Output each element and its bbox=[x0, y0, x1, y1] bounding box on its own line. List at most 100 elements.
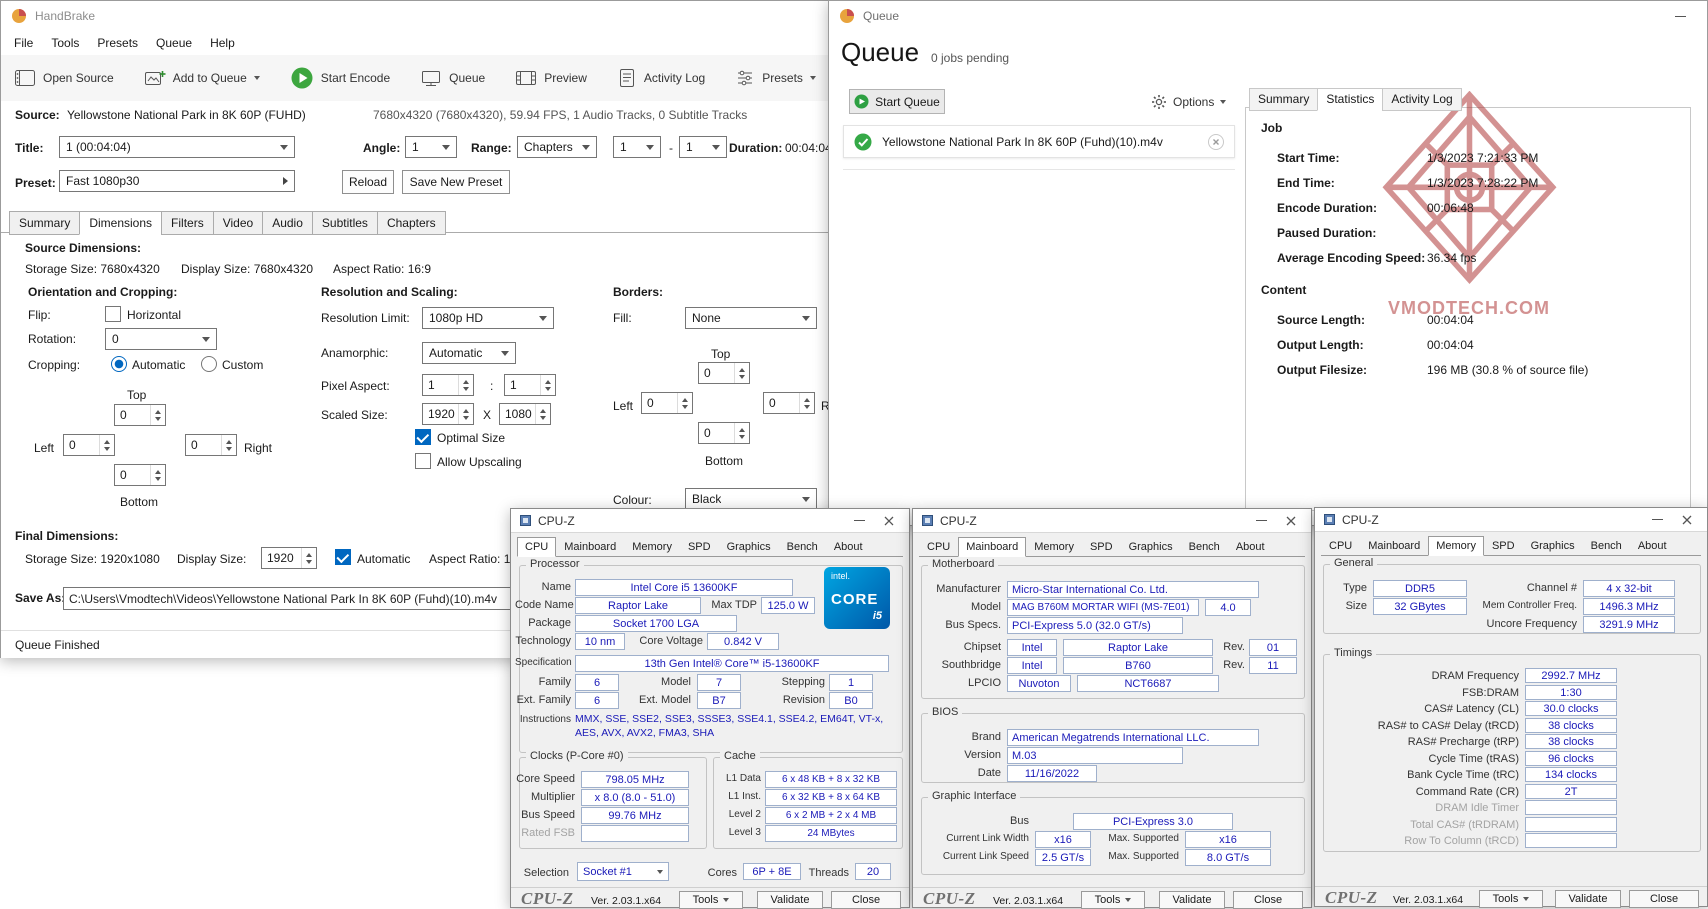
minimize-button[interactable] bbox=[1665, 5, 1695, 27]
tab-mainboard[interactable]: Mainboard bbox=[1360, 536, 1428, 555]
crop-right-spinner[interactable]: 0 bbox=[185, 434, 237, 456]
queue-button[interactable]: Queue bbox=[411, 62, 494, 94]
menu-queue[interactable]: Queue bbox=[147, 33, 201, 53]
tab-graphics[interactable]: Graphics bbox=[1523, 536, 1583, 555]
cropping-automatic-radio[interactable] bbox=[111, 356, 127, 372]
close-button[interactable]: Close bbox=[1629, 890, 1699, 908]
tab-summary[interactable]: Summary bbox=[9, 211, 81, 235]
minimize-button[interactable] bbox=[1249, 511, 1273, 531]
flip-horizontal-checkbox[interactable] bbox=[105, 306, 121, 322]
spinner-arrows-icon[interactable] bbox=[540, 375, 555, 395]
border-top-spinner[interactable]: 0 bbox=[698, 362, 750, 384]
cropping-custom-radio[interactable] bbox=[201, 356, 217, 372]
minimize-button[interactable] bbox=[1645, 510, 1669, 530]
presets-button[interactable]: Presets bbox=[726, 62, 825, 94]
tab-summary[interactable]: Summary bbox=[1249, 88, 1319, 111]
border-right-spinner[interactable]: 0 bbox=[763, 392, 815, 414]
tab-video[interactable]: Video bbox=[212, 211, 264, 235]
validate-button[interactable]: Validate bbox=[1159, 891, 1225, 909]
add-to-queue-button[interactable]: Add to Queue bbox=[135, 62, 269, 94]
spinner-arrows-icon[interactable] bbox=[221, 435, 236, 455]
resolution-limit-select[interactable]: 1080p HD bbox=[422, 307, 554, 329]
queue-job-item[interactable]: Yellowstone National Park In 8K 60P (Fuh… bbox=[843, 125, 1235, 158]
tab-about[interactable]: About bbox=[1630, 536, 1675, 555]
menu-tools[interactable]: Tools bbox=[42, 33, 88, 53]
socket-select[interactable]: Socket #1 bbox=[577, 862, 669, 881]
spinner-arrows-icon[interactable] bbox=[799, 393, 814, 413]
spinner-arrows-icon[interactable] bbox=[535, 404, 550, 424]
tab-subtitles[interactable]: Subtitles bbox=[311, 211, 378, 235]
minimize-button[interactable] bbox=[847, 511, 871, 531]
optimal-size-checkbox[interactable] bbox=[415, 429, 431, 445]
scaled-width-spinner[interactable]: 1920 bbox=[422, 403, 474, 425]
tools-button[interactable]: Tools bbox=[679, 891, 743, 909]
close-button[interactable] bbox=[877, 511, 901, 531]
tab-mainboard[interactable]: Mainboard bbox=[958, 537, 1027, 557]
pixel-aspect-y-spinner[interactable]: 1 bbox=[504, 374, 556, 396]
preset-select[interactable]: Fast 1080p30 bbox=[59, 170, 295, 192]
rotation-select[interactable]: 0 bbox=[105, 328, 217, 350]
start-queue-button[interactable]: Start Queue bbox=[849, 89, 945, 114]
queue-options-button[interactable]: Options bbox=[1151, 90, 1227, 114]
spinner-arrows-icon[interactable] bbox=[734, 363, 749, 383]
tab-statistics[interactable]: Statistics bbox=[1317, 88, 1384, 111]
tab-bench[interactable]: Bench bbox=[779, 537, 826, 556]
final-display-size-spinner[interactable]: 1920 bbox=[261, 547, 317, 569]
tab-graphics[interactable]: Graphics bbox=[719, 537, 779, 556]
close-button[interactable] bbox=[1675, 510, 1699, 530]
tab-cpu[interactable]: CPU bbox=[919, 537, 958, 556]
spinner-arrows-icon[interactable] bbox=[734, 423, 749, 443]
crop-top-spinner[interactable]: 0 bbox=[114, 404, 166, 426]
tab-filters[interactable]: Filters bbox=[161, 211, 214, 235]
tab-mainboard[interactable]: Mainboard bbox=[556, 537, 624, 556]
tab-about[interactable]: About bbox=[1228, 537, 1273, 556]
tab-memory[interactable]: Memory bbox=[1026, 537, 1082, 556]
tab-spd[interactable]: SPD bbox=[1082, 537, 1121, 556]
colour-select[interactable]: Black bbox=[685, 488, 817, 510]
crop-bottom-spinner[interactable]: 0 bbox=[114, 464, 166, 486]
scaled-height-spinner[interactable]: 1080 bbox=[499, 403, 551, 425]
tools-button[interactable]: Tools bbox=[1081, 891, 1145, 909]
save-new-preset-button[interactable]: Save New Preset bbox=[402, 170, 510, 194]
crop-left-spinner[interactable]: 0 bbox=[63, 434, 115, 456]
preview-button[interactable]: Preview bbox=[506, 62, 596, 94]
border-left-spinner[interactable]: 0 bbox=[641, 392, 693, 414]
start-encode-button[interactable]: Start Encode bbox=[281, 60, 399, 96]
angle-select[interactable]: 1 bbox=[405, 136, 457, 158]
tools-button[interactable]: Tools bbox=[1479, 890, 1543, 908]
title-select[interactable]: 1 (00:04:04) bbox=[59, 136, 295, 158]
tab-spd[interactable]: SPD bbox=[1484, 536, 1523, 555]
chapter-end-select[interactable]: 1 bbox=[679, 136, 727, 158]
spinner-arrows-icon[interactable] bbox=[301, 548, 316, 568]
spinner-arrows-icon[interactable] bbox=[150, 405, 165, 425]
tab-memory[interactable]: Memory bbox=[1428, 536, 1484, 556]
tab-cpu[interactable]: CPU bbox=[1321, 536, 1360, 555]
range-select[interactable]: Chapters bbox=[517, 136, 597, 158]
tab-activity-log[interactable]: Activity Log bbox=[1382, 88, 1462, 111]
tab-bench[interactable]: Bench bbox=[1181, 537, 1228, 556]
allow-upscaling-checkbox[interactable] bbox=[415, 453, 431, 469]
tab-memory[interactable]: Memory bbox=[624, 537, 680, 556]
spinner-arrows-icon[interactable] bbox=[150, 465, 165, 485]
fill-select[interactable]: None bbox=[685, 307, 817, 329]
tab-graphics[interactable]: Graphics bbox=[1121, 537, 1181, 556]
final-automatic-checkbox[interactable] bbox=[335, 549, 351, 565]
remove-job-icon[interactable] bbox=[1208, 133, 1224, 150]
close-button[interactable]: Close bbox=[1233, 891, 1303, 909]
validate-button[interactable]: Validate bbox=[1555, 890, 1621, 908]
open-source-button[interactable]: Open Source bbox=[5, 62, 123, 94]
tab-spd[interactable]: SPD bbox=[680, 537, 719, 556]
close-button[interactable]: Close bbox=[831, 891, 901, 909]
chapter-start-select[interactable]: 1 bbox=[613, 136, 661, 158]
spinner-arrows-icon[interactable] bbox=[99, 435, 114, 455]
tab-audio[interactable]: Audio bbox=[262, 211, 313, 235]
spinner-arrows-icon[interactable] bbox=[458, 404, 473, 424]
tab-bench[interactable]: Bench bbox=[1583, 536, 1630, 555]
validate-button[interactable]: Validate bbox=[757, 891, 823, 909]
tab-about[interactable]: About bbox=[826, 537, 871, 556]
activity-log-button[interactable]: Activity Log bbox=[608, 62, 714, 94]
tab-dimensions[interactable]: Dimensions bbox=[79, 211, 163, 235]
close-button[interactable] bbox=[1279, 511, 1303, 531]
spinner-arrows-icon[interactable] bbox=[677, 393, 692, 413]
menu-presets[interactable]: Presets bbox=[88, 33, 147, 53]
